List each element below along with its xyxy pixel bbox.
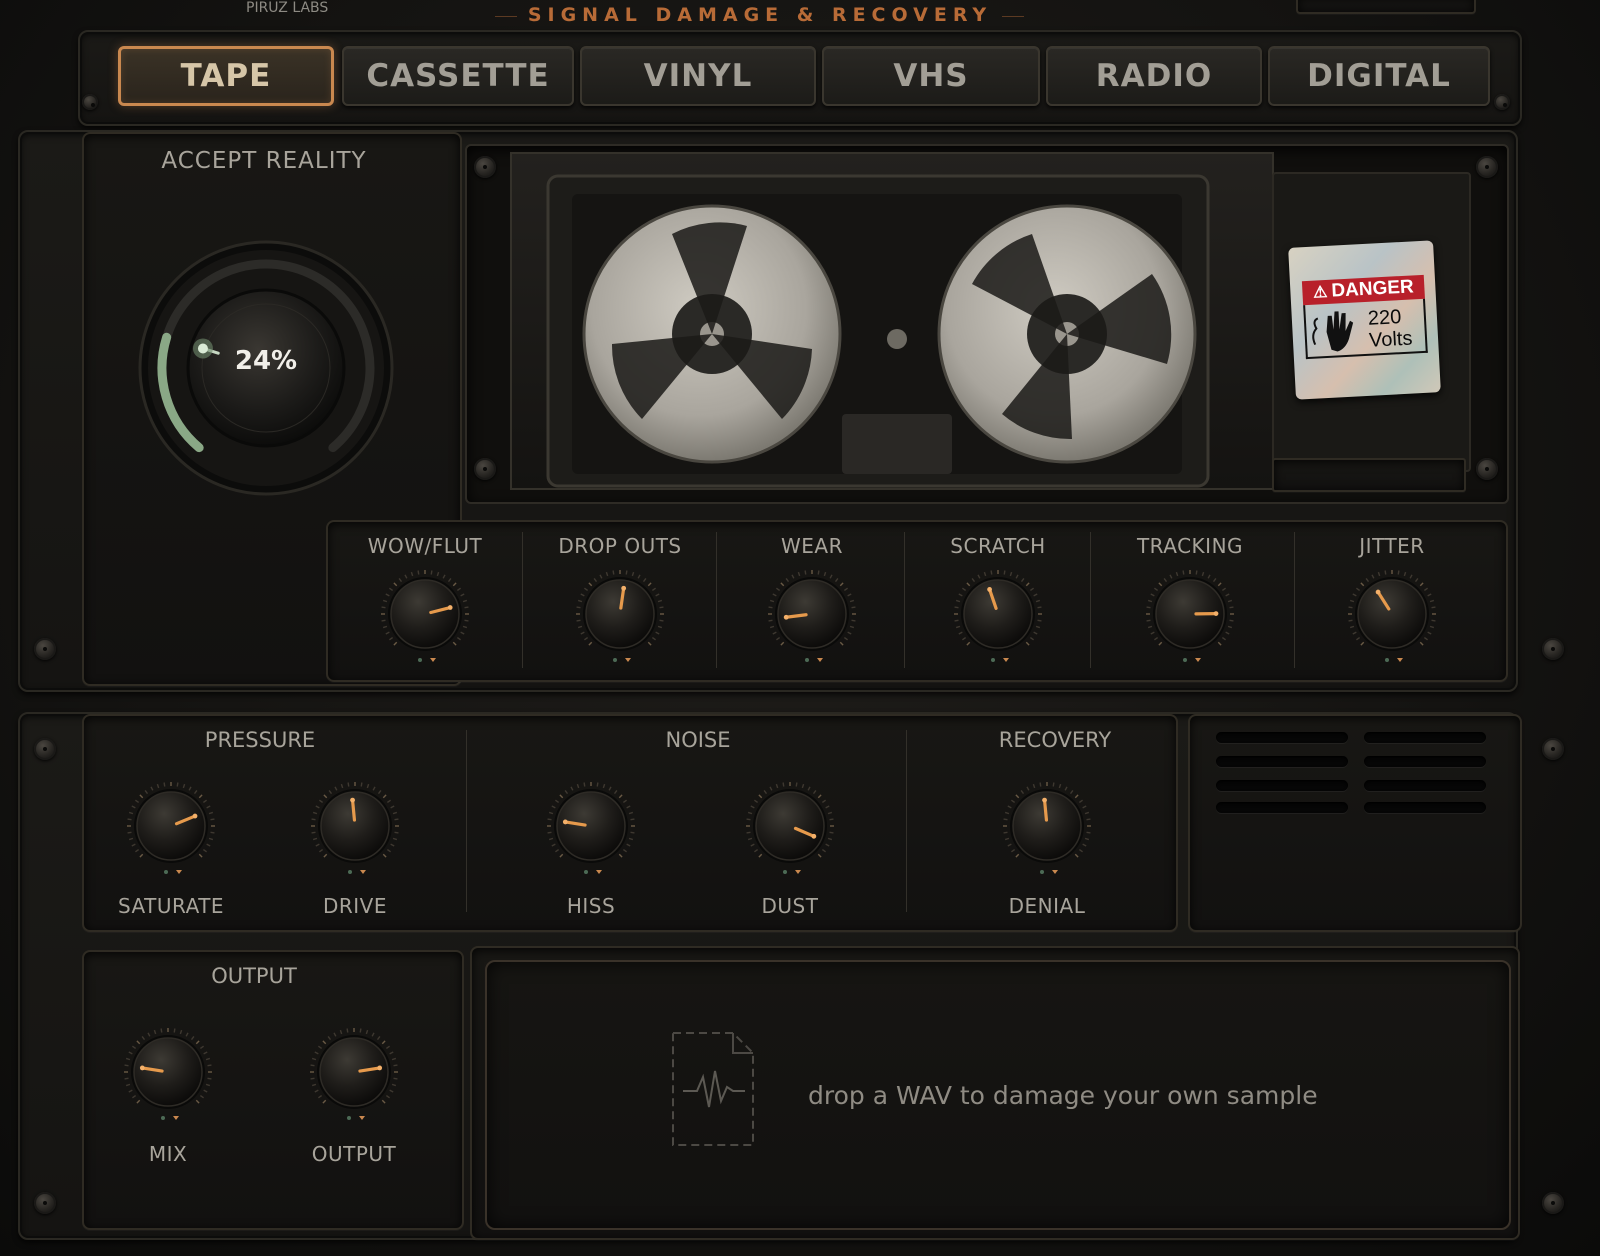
scratch-label: SCRATCH: [950, 534, 1046, 558]
vent-slot: [1364, 732, 1486, 743]
jitter-label: JITTER: [1359, 534, 1425, 558]
wow-flut-knob[interactable]: [375, 564, 475, 664]
knob-pointer: [1042, 798, 1049, 822]
tab-vinyl[interactable]: VINYL: [580, 46, 816, 106]
screw: [1542, 638, 1564, 660]
title-rule-right: [1002, 16, 1024, 17]
denial-knob[interactable]: [997, 776, 1097, 876]
brand-label: PIRUZ LABS: [246, 0, 329, 16]
knob-pointer: [350, 798, 357, 822]
danger-body: 220 Volts: [1303, 298, 1429, 360]
waveform-file-icon: [672, 1032, 754, 1146]
screw: [474, 156, 496, 178]
vent-slot: [1216, 756, 1348, 767]
speaker-grille: [1188, 714, 1522, 932]
accept-reality-value: 24%: [234, 346, 298, 376]
hiss-knob[interactable]: [541, 776, 641, 876]
output-label: OUTPUT: [311, 1142, 397, 1166]
screw: [34, 738, 56, 760]
pressure-title: PRESSURE: [204, 728, 316, 752]
tab-vhs[interactable]: VHS: [822, 46, 1040, 106]
voltage-unit: Volts: [1368, 327, 1413, 352]
screw: [1476, 156, 1498, 178]
tab-tape[interactable]: TAPE: [118, 46, 334, 106]
knob-divider: [1294, 532, 1295, 668]
recovery-title: RECOVERY: [998, 728, 1112, 752]
wow-flut-label: WOW/FLUT: [367, 534, 483, 558]
mix-label: MIX: [148, 1142, 188, 1166]
screw: [1476, 458, 1498, 480]
vent-slot: [1216, 732, 1348, 743]
vent-slot: [1216, 780, 1348, 791]
saturate-knob[interactable]: [121, 776, 221, 876]
wear-label: WEAR: [781, 534, 843, 558]
title-rule-left: [495, 16, 517, 17]
danger-voltage: 220 Volts: [1367, 305, 1429, 352]
output-knob[interactable]: [304, 1022, 404, 1122]
knob-divider: [716, 532, 717, 668]
voltage-number: 220: [1367, 306, 1402, 330]
reel-to-reel-image: [510, 152, 1274, 490]
screw: [82, 94, 98, 110]
tab-cassette[interactable]: CASSETTE: [342, 46, 574, 106]
accept-reality-title: ACCEPT REALITY: [161, 148, 367, 174]
tab-digital[interactable]: DIGITAL: [1268, 46, 1490, 106]
knob-divider: [1090, 532, 1091, 668]
mix-knob[interactable]: [118, 1022, 218, 1122]
section-divider: [906, 730, 907, 912]
plugin-title: SIGNAL DAMAGE & RECOVERY: [527, 4, 993, 26]
vent-slot: [1364, 780, 1486, 791]
tracking-label: TRACKING: [1136, 534, 1244, 558]
accept-reality-knob[interactable]: 24%: [136, 238, 396, 498]
denial-label: DENIAL: [1008, 894, 1086, 918]
danger-title: DANGER: [1330, 276, 1415, 302]
header-slot: [1296, 0, 1476, 14]
section-divider: [466, 730, 467, 912]
knob-divider: [904, 532, 905, 668]
screw: [34, 1192, 56, 1214]
scratch-knob[interactable]: [948, 564, 1048, 664]
screw: [474, 458, 496, 480]
screw: [1494, 94, 1510, 110]
danger-sticker: ⚠ DANGER 220 Volts: [1288, 240, 1441, 400]
vent-slot: [1364, 802, 1486, 813]
hand-shock-icon: [1312, 311, 1354, 352]
noise-title: NOISE: [665, 728, 731, 752]
right-reel-icon: [937, 204, 1197, 464]
saturate-label: SATURATE: [117, 894, 225, 918]
output-title: OUTPUT: [211, 964, 297, 988]
tracking-knob[interactable]: [1140, 564, 1240, 664]
plate-slot: [1272, 458, 1466, 492]
warning-triangle-icon: ⚠: [1312, 283, 1328, 302]
left-reel-icon: [582, 204, 842, 464]
drop-outs-label: DROP OUTS: [558, 534, 682, 558]
vent-slot: [1364, 756, 1486, 767]
dropzone-text: drop a WAV to damage your own sample: [808, 1081, 1318, 1110]
drive-knob[interactable]: [305, 776, 405, 876]
vent-slot: [1216, 802, 1348, 813]
dust-label: DUST: [761, 894, 819, 918]
drive-label: DRIVE: [322, 894, 387, 918]
knob-divider: [522, 532, 523, 668]
screw: [1542, 1192, 1564, 1214]
screw: [34, 638, 56, 660]
jitter-knob[interactable]: [1342, 564, 1442, 664]
drop-outs-knob[interactable]: [570, 564, 670, 664]
dust-knob[interactable]: [740, 776, 840, 876]
hiss-label: HISS: [566, 894, 616, 918]
screw: [1542, 738, 1564, 760]
wear-knob[interactable]: [762, 564, 862, 664]
tab-radio[interactable]: RADIO: [1046, 46, 1262, 106]
